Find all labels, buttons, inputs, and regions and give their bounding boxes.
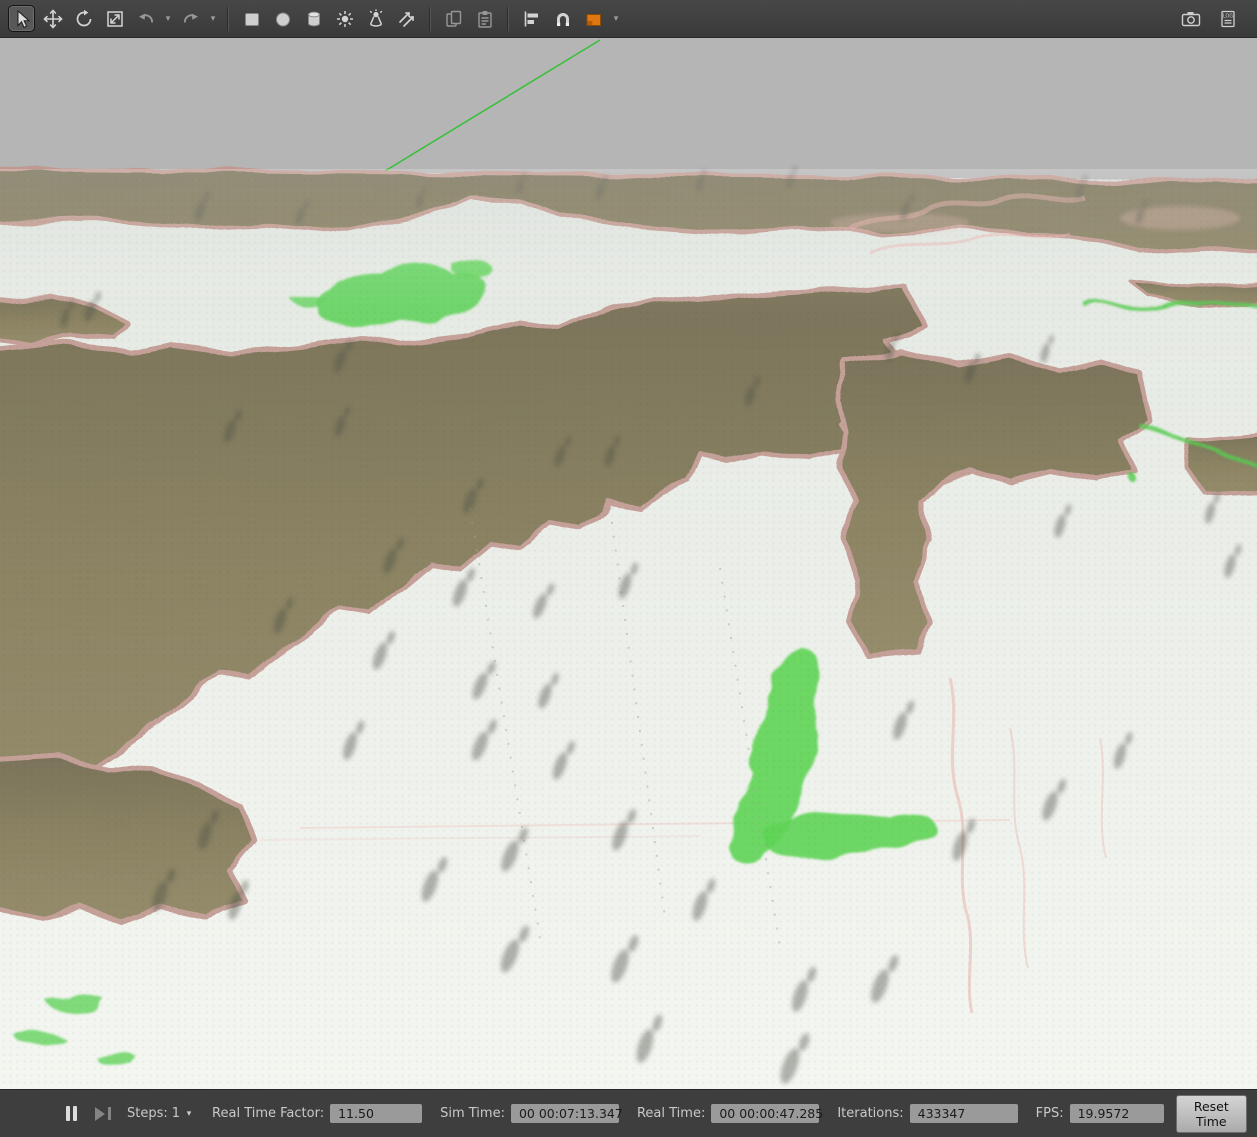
copy-icon	[445, 10, 461, 27]
insert-box-button[interactable]	[238, 5, 265, 32]
sphere-icon	[275, 12, 290, 26]
redo-button[interactable]	[177, 5, 204, 32]
align-icon	[524, 11, 538, 26]
insert-sphere-button[interactable]	[269, 5, 296, 32]
joint-icon	[586, 13, 601, 26]
toolbar-separator	[507, 6, 509, 31]
rtf-label: Real Time Factor:	[212, 1106, 325, 1121]
sim-time-value: 00 00:07:13.347	[510, 1104, 623, 1123]
sim-time-label: Sim Time:	[440, 1106, 505, 1121]
joint-creation-button[interactable]	[580, 5, 607, 32]
scale-icon	[106, 10, 123, 27]
rtf-value: 11.50	[330, 1104, 423, 1123]
insert-cylinder-button[interactable]	[300, 5, 327, 32]
step-icon	[95, 1106, 105, 1121]
iterations-label: Iterations:	[837, 1106, 904, 1121]
fps-value: 19.9572	[1069, 1104, 1164, 1123]
cursor-icon	[17, 9, 30, 28]
toolbar-separator	[227, 6, 229, 31]
directional-light-button[interactable]	[393, 5, 420, 32]
step-button[interactable]	[95, 1106, 111, 1121]
log-record-button[interactable]: LOG	[1214, 5, 1241, 32]
paste-icon	[477, 10, 492, 28]
undo-button[interactable]	[132, 5, 159, 32]
iterations-value: 433347	[909, 1104, 1018, 1123]
real-time-value: 00 00:00:47.285	[711, 1104, 823, 1123]
rotate-icon	[76, 9, 91, 26]
cylinder-icon	[307, 11, 320, 26]
redo-icon	[183, 13, 198, 23]
paste-button[interactable]	[471, 5, 498, 32]
camera-icon	[1181, 11, 1200, 26]
spot-light-button[interactable]	[362, 5, 389, 32]
steps-value: 1	[171, 1106, 181, 1121]
steps-label: Steps:	[127, 1106, 168, 1121]
toolbar-separator	[429, 6, 431, 31]
pause-icon	[66, 1106, 70, 1121]
fps-label: FPS:	[1035, 1106, 1064, 1121]
align-tool-button[interactable]	[518, 5, 545, 32]
step-icon	[108, 1107, 111, 1120]
gazebo-window: ▾ ▾ ▾ LOG Steps: 1 ▾ Real Time Factor: 1…	[0, 0, 1257, 1137]
move-icon	[42, 8, 63, 29]
select-tool-button[interactable]	[8, 5, 35, 32]
box-icon	[244, 12, 259, 26]
time-panel: Steps: 1 ▾ Real Time Factor: 11.50 Sim T…	[0, 1089, 1257, 1137]
main-toolbar: ▾ ▾ ▾ LOG	[0, 0, 1257, 38]
log-icon: LOG	[1220, 10, 1235, 27]
steps-spinner[interactable]: Steps: 1 ▾	[127, 1106, 194, 1121]
pause-icon	[73, 1106, 77, 1121]
snap-tool-button[interactable]	[549, 5, 576, 32]
sun-icon	[336, 10, 353, 27]
redo-history-dropdown[interactable]: ▾	[208, 14, 218, 24]
undo-history-dropdown[interactable]: ▾	[163, 14, 173, 24]
terrain-scene	[0, 38, 1257, 1089]
pause-button[interactable]	[66, 1106, 77, 1121]
svg-text:LOG: LOG	[1223, 13, 1233, 19]
undo-icon	[138, 13, 153, 23]
point-light-button[interactable]	[331, 5, 358, 32]
directional-light-icon	[398, 11, 414, 27]
toolbar-right-group: LOG	[1177, 5, 1249, 32]
rotate-tool-button[interactable]	[70, 5, 97, 32]
steps-caret-icon[interactable]: ▾	[184, 1109, 194, 1119]
joint-dropdown[interactable]: ▾	[611, 14, 621, 24]
real-time-label: Real Time:	[636, 1106, 706, 1121]
spotlight-icon	[369, 9, 382, 27]
scale-tool-button[interactable]	[101, 5, 128, 32]
reset-time-button[interactable]: Reset Time	[1175, 1094, 1247, 1133]
magnet-icon	[556, 12, 569, 26]
screenshot-button[interactable]	[1177, 5, 1204, 32]
copy-button[interactable]	[440, 5, 467, 32]
render-viewport[interactable]	[0, 38, 1257, 1089]
translate-tool-button[interactable]	[39, 5, 66, 32]
